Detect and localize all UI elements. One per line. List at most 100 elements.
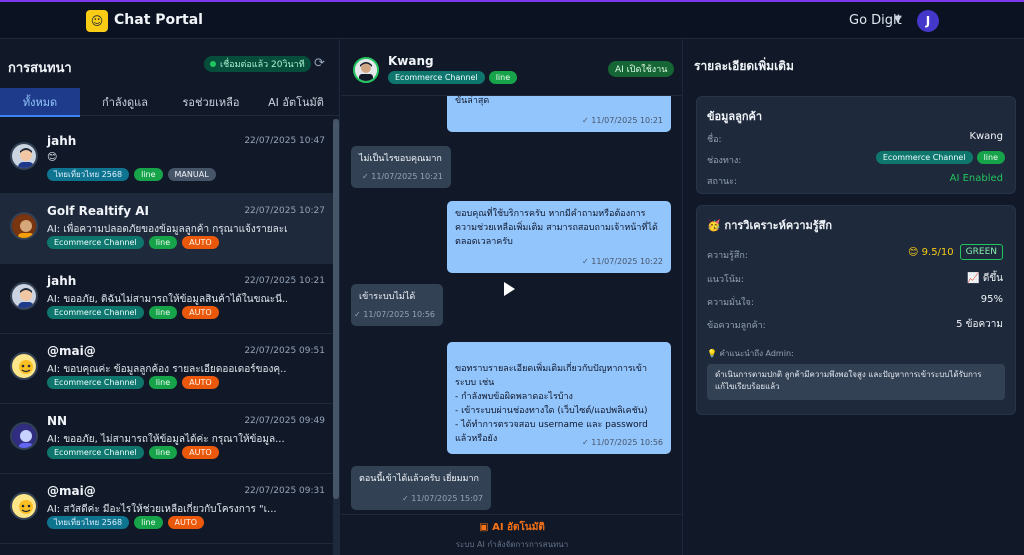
ai-mode-text: AI อัตโนมัติ bbox=[492, 522, 545, 533]
trend-label: แนวโน้ม: bbox=[707, 275, 744, 285]
channel-tag: Ecommerce Channel bbox=[47, 236, 144, 249]
status-value: AI Enabled bbox=[949, 173, 1003, 184]
conversation-item[interactable]: @mai@ 22/07/2025 09:51 AI: ขอบคุณค่ะ ข้อ… bbox=[0, 334, 333, 404]
message-text: ไม่เป็นไรขอบคุณมาก bbox=[359, 154, 442, 164]
conversation-time: 22/07/2025 10:47 bbox=[244, 136, 325, 146]
message-text: ขอบคุณที่ใช้บริการครับ หากมีคำถามหรือต้อ… bbox=[455, 209, 658, 247]
tab-in-progress[interactable]: กำลังดูแล bbox=[80, 88, 170, 116]
message-text: เข้าระบบไม่ได้ bbox=[359, 292, 416, 302]
conversation-name: jahh bbox=[47, 274, 77, 288]
feeling-value: 😊 9.5/10 GREEN bbox=[908, 244, 1003, 260]
channel-label: ช่องทาง: bbox=[707, 156, 742, 166]
conversation-name: NN bbox=[47, 414, 68, 428]
conversation-name: @mai@ bbox=[47, 484, 96, 498]
conversation-time: 22/07/2025 09:51 bbox=[244, 346, 325, 356]
message-bubble-outgoing: ขั้นล่าสุด ✓ 11/07/2025 10:21 bbox=[447, 96, 671, 132]
app-title: Chat Portal bbox=[114, 12, 203, 28]
chat-header: Kwang Ecommerce Channel line AI เปิดใช้ง… bbox=[341, 39, 683, 96]
customer-info-title: ข้อมูลลูกค้า bbox=[707, 110, 763, 123]
message-bubble-outgoing: ขอทราบรายละเอียดเพิ่มเติมเกี่ยวกับปัญหาก… bbox=[447, 342, 671, 454]
conversation-name: Golf Realtify AI bbox=[47, 204, 150, 218]
details-title: รายละเอียดเพิ่มเติม bbox=[694, 59, 794, 73]
mode-tag: AUTO bbox=[182, 236, 219, 249]
channel-tag: Ecommerce Channel bbox=[875, 151, 973, 164]
customer-messages-value: 5 ข้อความ bbox=[956, 319, 1003, 330]
tab-waiting[interactable]: รอช่วยเหลือ bbox=[170, 88, 252, 116]
admin-note-label: 💡 คำแนะนำถึง Admin: bbox=[707, 349, 794, 358]
conversation-item[interactable]: jahh 22/07/2025 10:21 AI: ขออภัย, ดิฉันไ… bbox=[0, 264, 333, 334]
user-avatar[interactable]: J bbox=[917, 10, 939, 32]
channel-tag: ไทยเที่ยวไทย 2568 bbox=[47, 168, 130, 181]
message-time: ✓ 11/07/2025 10:21 bbox=[362, 172, 443, 181]
conversation-item[interactable]: Golf Realtify AI 22/07/2025 10:27 AI: เพ… bbox=[0, 194, 333, 264]
monitor-icon: ▣ bbox=[479, 522, 493, 533]
connection-status-text: เชื่อมต่อแล้ว 20วินาที bbox=[220, 60, 305, 70]
conversation-preview: AI: สวัสดีค่ะ มีอะไรให้ช่วยเหลือเกี่ยวกั… bbox=[47, 504, 277, 515]
chat-panel: Kwang Ecommerce Channel line AI เปิดใช้ง… bbox=[341, 39, 683, 555]
line-tag: line bbox=[134, 168, 163, 181]
mode-tag: AUTO bbox=[182, 306, 219, 319]
message-bubble-incoming: เข้าระบบไม่ได้ ✓ 11/07/2025 10:56 bbox=[351, 284, 443, 326]
conversation-panel: การสนทนา เชื่อมต่อแล้ว 20วินาที ⟳ ทั้งหม… bbox=[0, 39, 340, 555]
scrollbar-thumb[interactable] bbox=[333, 119, 339, 499]
play-icon[interactable] bbox=[504, 282, 515, 296]
conversation-item[interactable]: NN 22/07/2025 09:49 AI: ขออภัย, ไม่สามาร… bbox=[0, 404, 333, 474]
chat-contact-name: Kwang bbox=[388, 54, 434, 68]
sentiment-card: 🥳 การวิเคราะห์ความรู้สึก ความรู้สึก: 😊 9… bbox=[696, 205, 1016, 415]
sentiment-icon: 🥳 bbox=[707, 219, 725, 232]
tab-all[interactable]: ทั้งหมด bbox=[0, 88, 80, 117]
conversation-item[interactable]: @mai@ 22/07/2025 09:31 AI: สวัสดีค่ะ มีอ… bbox=[0, 474, 333, 544]
message-time: ✓ 11/07/2025 10:22 bbox=[582, 257, 663, 266]
mode-tag: MANUAL bbox=[167, 168, 216, 181]
avatar bbox=[353, 57, 379, 83]
message-text: ขอทราบรายละเอียดเพิ่มเติมเกี่ยวกับปัญหาก… bbox=[455, 364, 648, 444]
channel-tag: Ecommerce Channel bbox=[388, 71, 485, 84]
message-bubble-outgoing: ขอบคุณที่ใช้บริการครับ หากมีคำถามหรือต้อ… bbox=[447, 201, 671, 273]
line-tag: line bbox=[148, 376, 178, 389]
line-tag: line bbox=[148, 306, 178, 319]
avatar bbox=[10, 352, 38, 380]
details-panel: รายละเอียดเพิ่มเติม ข้อมูลลูกค้า ชื่อ: K… bbox=[684, 39, 1024, 555]
conversation-name: jahh bbox=[47, 134, 77, 148]
status-label: สถานะ: bbox=[707, 177, 738, 187]
name-label: ชื่อ: bbox=[707, 135, 722, 145]
avatar bbox=[10, 142, 38, 170]
message-time: ✓ 11/07/2025 10:56 bbox=[582, 438, 663, 447]
feeling-label: ความรู้สึก: bbox=[707, 251, 748, 261]
avatar bbox=[10, 422, 38, 450]
refresh-icon[interactable]: ⟳ bbox=[314, 56, 325, 71]
conversation-scrollbar[interactable] bbox=[333, 119, 339, 555]
message-time: ✓ 11/07/2025 10:56 bbox=[354, 310, 435, 319]
avatar bbox=[10, 492, 38, 520]
chat-footer: ▣ AI อัตโนมัติ ระบบ AI กำลังจัดการการสนท… bbox=[341, 514, 683, 555]
sentiment-grade-badge: GREEN bbox=[959, 244, 1003, 260]
conversation-preview: AI: เพื่อความปลอดภัยของข้อมูลลูกค้า กรุณ… bbox=[47, 224, 287, 235]
message-text: ตอนนี้เข้าได้แล้วครับ เยี่ยมมาก bbox=[359, 474, 479, 484]
sentiment-title: 🥳 การวิเคราะห์ความรู้สึก bbox=[707, 216, 832, 234]
line-tag: line bbox=[488, 71, 518, 84]
message-bubble-incoming: ตอนนี้เข้าได้แล้วครับ เยี่ยมมาก ✓ 11/07/… bbox=[351, 466, 491, 510]
sentiment-score: 😊 9.5/10 bbox=[908, 246, 954, 258]
ai-status-badge[interactable]: AI เปิดใช้งาน bbox=[608, 61, 675, 77]
conversation-tabs: ทั้งหมด กำลังดูแล รอช่วยเหลือ AI อัตโนมั… bbox=[0, 88, 340, 117]
message-list[interactable]: ขั้นล่าสุด ✓ 11/07/2025 10:21 ไม่เป็นไรข… bbox=[341, 96, 683, 514]
customer-name: Kwang bbox=[969, 131, 1003, 142]
mode-tag: AUTO bbox=[182, 376, 219, 389]
app-logo-icon[interactable]: ☺ bbox=[86, 10, 108, 32]
tab-ai-auto[interactable]: AI อัตโนมัติ bbox=[252, 88, 340, 116]
message-text: ขั้นล่าสุด bbox=[455, 96, 490, 106]
confidence-label: ความมั่นใจ: bbox=[707, 298, 754, 308]
panel-title: การสนทนา bbox=[8, 61, 72, 76]
conversation-name: @mai@ bbox=[47, 344, 96, 358]
conversation-item[interactable]: jahh 22/07/2025 10:47 😊 ไทยเที่ยวไทย 256… bbox=[0, 124, 333, 194]
conversation-preview: 😊 bbox=[47, 152, 58, 163]
chevron-down-icon[interactable]: ▼ bbox=[894, 14, 902, 25]
conversation-time: 22/07/2025 09:49 bbox=[244, 416, 325, 426]
ai-mode-subtitle: ระบบ AI กำลังจัดการการสนทนา bbox=[455, 540, 569, 549]
line-tag: line bbox=[148, 446, 178, 459]
admin-note: ดำเนินการตามปกติ ลูกค้ามีความพึงพอใจสูง … bbox=[707, 364, 1005, 400]
mode-tag: AUTO bbox=[167, 516, 205, 529]
avatar bbox=[10, 282, 38, 310]
mode-tag: AUTO bbox=[182, 446, 219, 459]
message-bubble-incoming: ไม่เป็นไรขอบคุณมาก ✓ 11/07/2025 10:21 bbox=[351, 146, 451, 188]
